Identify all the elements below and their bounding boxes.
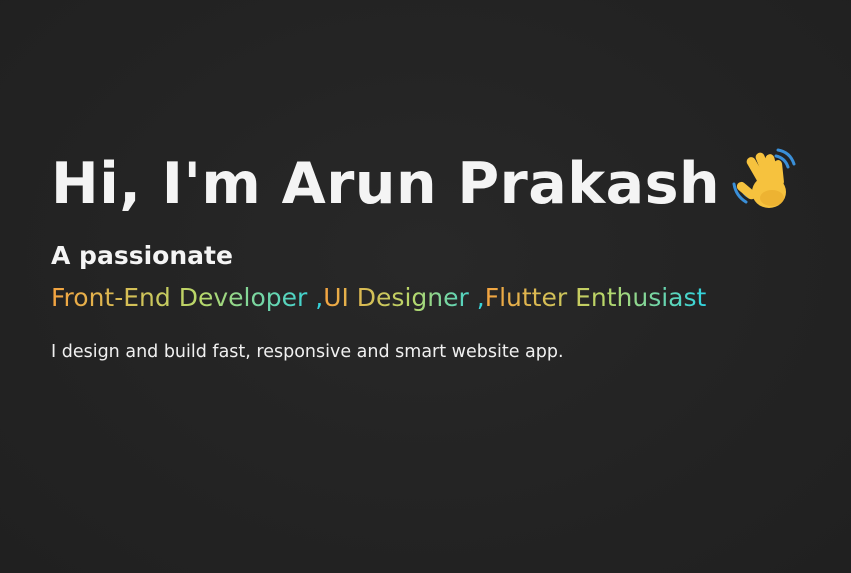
hero-section: Hi, I'm Arun Prakash A passionate Front-… <box>51 148 841 364</box>
hero-heading: Hi, I'm Arun Prakash <box>51 151 721 217</box>
hero-heading-row: Hi, I'm Arun Prakash <box>51 148 841 220</box>
hero-tagline: I design and build fast, responsive and … <box>51 342 564 362</box>
hero-subtitle: A passionate <box>51 241 233 270</box>
role-front-end-developer: Front-End Developer , <box>51 283 324 312</box>
role-flutter-enthusiast: Flutter Enthusiast <box>484 283 707 312</box>
role-ui-designer: UI Designer , <box>323 283 485 312</box>
waving-hand-icon <box>730 144 804 218</box>
hero-roles: Front-End Developer ,UI Designer ,Flutte… <box>51 282 841 314</box>
page: Hi, I'm Arun Prakash A passionate Front-… <box>0 0 851 573</box>
